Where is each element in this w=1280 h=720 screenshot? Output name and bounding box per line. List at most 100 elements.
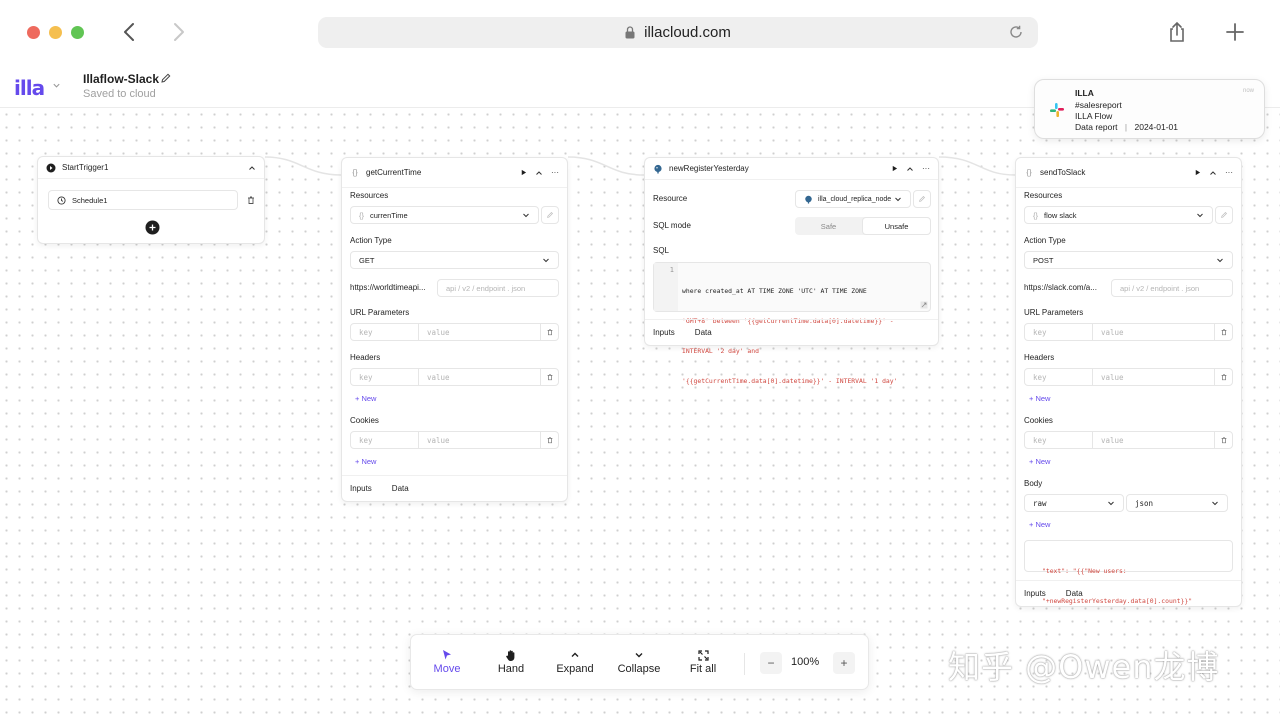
collapse-chevron-icon[interactable]	[248, 164, 256, 172]
body-editor[interactable]: "text": "{{"New users: "+newRegisterYest…	[1024, 540, 1233, 605]
collapse-chevron-icon[interactable]	[1209, 169, 1217, 177]
edit-resource-button[interactable]	[541, 206, 559, 224]
data-tab[interactable]: Data	[392, 484, 409, 493]
method-select[interactable]: GET	[350, 251, 559, 269]
move-tool-button[interactable]: Move	[419, 647, 475, 681]
close-window-button[interactable]	[27, 26, 40, 39]
resource-select[interactable]: illa_cloud_replica_node	[795, 190, 911, 208]
unsafe-mode-option[interactable]: Unsafe	[862, 217, 931, 235]
collapse-button[interactable]: Collapse	[611, 647, 667, 681]
key-input[interactable]: key	[351, 369, 419, 385]
body-type-select[interactable]: raw	[1024, 494, 1124, 512]
value-input[interactable]: value	[419, 432, 540, 448]
run-play-icon[interactable]	[1194, 169, 1201, 176]
more-options-icon[interactable]: ···	[922, 164, 930, 173]
resource-select[interactable]: {} flow slack	[1024, 206, 1213, 224]
schedule-item[interactable]: Schedule1	[48, 190, 238, 210]
key-input[interactable]: key	[351, 324, 419, 340]
method-select[interactable]: POST	[1024, 251, 1233, 269]
edit-pencil-icon[interactable]	[160, 72, 172, 84]
delete-trash-icon[interactable]	[540, 432, 558, 448]
sql-editor[interactable]: 1 where created_at AT TIME ZONE 'UTC' AT…	[653, 262, 931, 385]
url-input[interactable]: api / v2 / endpoint . json	[437, 279, 559, 297]
chevron-down-icon	[543, 258, 549, 263]
node-header: newRegisterYesterday ···	[645, 158, 938, 180]
body-format-select[interactable]: json	[1126, 494, 1228, 512]
delete-trash-icon[interactable]	[246, 195, 256, 205]
maximize-window-button[interactable]	[71, 26, 84, 39]
edit-resource-button[interactable]	[913, 190, 931, 208]
chevron-down-icon[interactable]	[52, 81, 61, 90]
delete-trash-icon[interactable]	[1214, 369, 1232, 385]
node-footer: Inputs Data	[645, 319, 938, 345]
add-body-button[interactable]: + New	[1029, 520, 1050, 529]
inputs-tab[interactable]: Inputs	[653, 328, 675, 337]
start-trigger-node[interactable]: StartTrigger1 Schedule1	[37, 156, 265, 244]
more-options-icon[interactable]: ···	[1225, 168, 1233, 177]
key-input[interactable]: key	[1025, 369, 1093, 385]
add-header-button[interactable]: + New	[1029, 394, 1050, 403]
zoom-out-button[interactable]: −	[760, 652, 782, 674]
url-input[interactable]: api / v2 / endpoint . json	[1111, 279, 1233, 297]
run-play-icon[interactable]	[520, 169, 527, 176]
add-cookie-button[interactable]: + New	[1029, 457, 1050, 466]
fit-all-label: Fit all	[689, 663, 717, 675]
resource-select[interactable]: {} currenTime	[350, 206, 539, 224]
new-tab-icon[interactable]	[1223, 20, 1247, 44]
url-params-row[interactable]: key value	[350, 323, 559, 341]
add-step-icon[interactable]	[145, 220, 160, 235]
data-tab[interactable]: Data	[1066, 589, 1083, 598]
delete-trash-icon[interactable]	[1214, 324, 1232, 340]
value-input[interactable]: value	[419, 369, 540, 385]
cookies-row[interactable]: key value	[350, 431, 559, 449]
key-input[interactable]: key	[1025, 432, 1093, 448]
cookies-label: Cookies	[1024, 416, 1053, 425]
delete-trash-icon[interactable]	[1214, 432, 1232, 448]
forward-arrow-icon[interactable]	[166, 20, 190, 44]
headers-row[interactable]: key value	[350, 368, 559, 386]
watermark: 知乎 @Owen龙博	[948, 648, 1220, 686]
chevron-down-icon	[635, 653, 643, 658]
expand-editor-icon[interactable]	[920, 301, 928, 309]
add-cookie-button[interactable]: + New	[355, 457, 376, 466]
share-icon[interactable]	[1165, 20, 1189, 44]
send-to-slack-node[interactable]: {} sendToSlack ··· Resources {} flow sla…	[1015, 157, 1242, 607]
node-footer: Inputs Data	[342, 475, 567, 501]
url-params-row[interactable]: key value	[1024, 323, 1233, 341]
fit-all-button[interactable]: Fit all	[675, 647, 731, 681]
collapse-chevron-icon[interactable]	[906, 165, 914, 173]
more-options-icon[interactable]: ···	[551, 168, 559, 177]
delete-trash-icon[interactable]	[540, 324, 558, 340]
inputs-tab[interactable]: Inputs	[350, 484, 372, 493]
slack-notification[interactable]: ILLA now #salesreport ILLA Flow Data rep…	[1034, 79, 1265, 139]
edit-resource-button[interactable]	[1215, 206, 1233, 224]
key-input[interactable]: key	[1025, 324, 1093, 340]
reload-icon[interactable]	[1008, 24, 1024, 40]
node-header: StartTrigger1	[38, 157, 264, 179]
expand-button[interactable]: Expand	[547, 647, 603, 681]
inputs-tab[interactable]: Inputs	[1024, 589, 1046, 598]
headers-row[interactable]: key value	[1024, 368, 1233, 386]
value-input[interactable]: value	[419, 324, 540, 340]
key-input[interactable]: key	[351, 432, 419, 448]
address-bar[interactable]: illacloud.com	[318, 17, 1038, 48]
value-input[interactable]: value	[1093, 324, 1214, 340]
get-current-time-node[interactable]: {} getCurrentTime ··· Resources {} curre…	[341, 157, 568, 502]
delete-trash-icon[interactable]	[540, 369, 558, 385]
minimize-window-button[interactable]	[49, 26, 62, 39]
body-label: Body	[1024, 479, 1043, 488]
safe-mode-option[interactable]: Safe	[795, 217, 862, 235]
value-input[interactable]: value	[1093, 432, 1214, 448]
value-input[interactable]: value	[1093, 369, 1214, 385]
hand-tool-button[interactable]: Hand	[483, 647, 539, 681]
add-header-button[interactable]: + New	[355, 394, 376, 403]
cookies-row[interactable]: key value	[1024, 431, 1233, 449]
edit-pencil-icon	[919, 196, 925, 202]
new-register-yesterday-node[interactable]: newRegisterYesterday ··· Resource illa_c…	[644, 157, 939, 385]
run-play-icon[interactable]	[891, 165, 898, 172]
zoom-in-button[interactable]: +	[833, 652, 855, 674]
back-arrow-icon[interactable]	[118, 20, 142, 44]
data-tab[interactable]: Data	[695, 328, 712, 337]
illa-logo[interactable]: illa	[14, 76, 45, 100]
collapse-chevron-icon[interactable]	[535, 169, 543, 177]
